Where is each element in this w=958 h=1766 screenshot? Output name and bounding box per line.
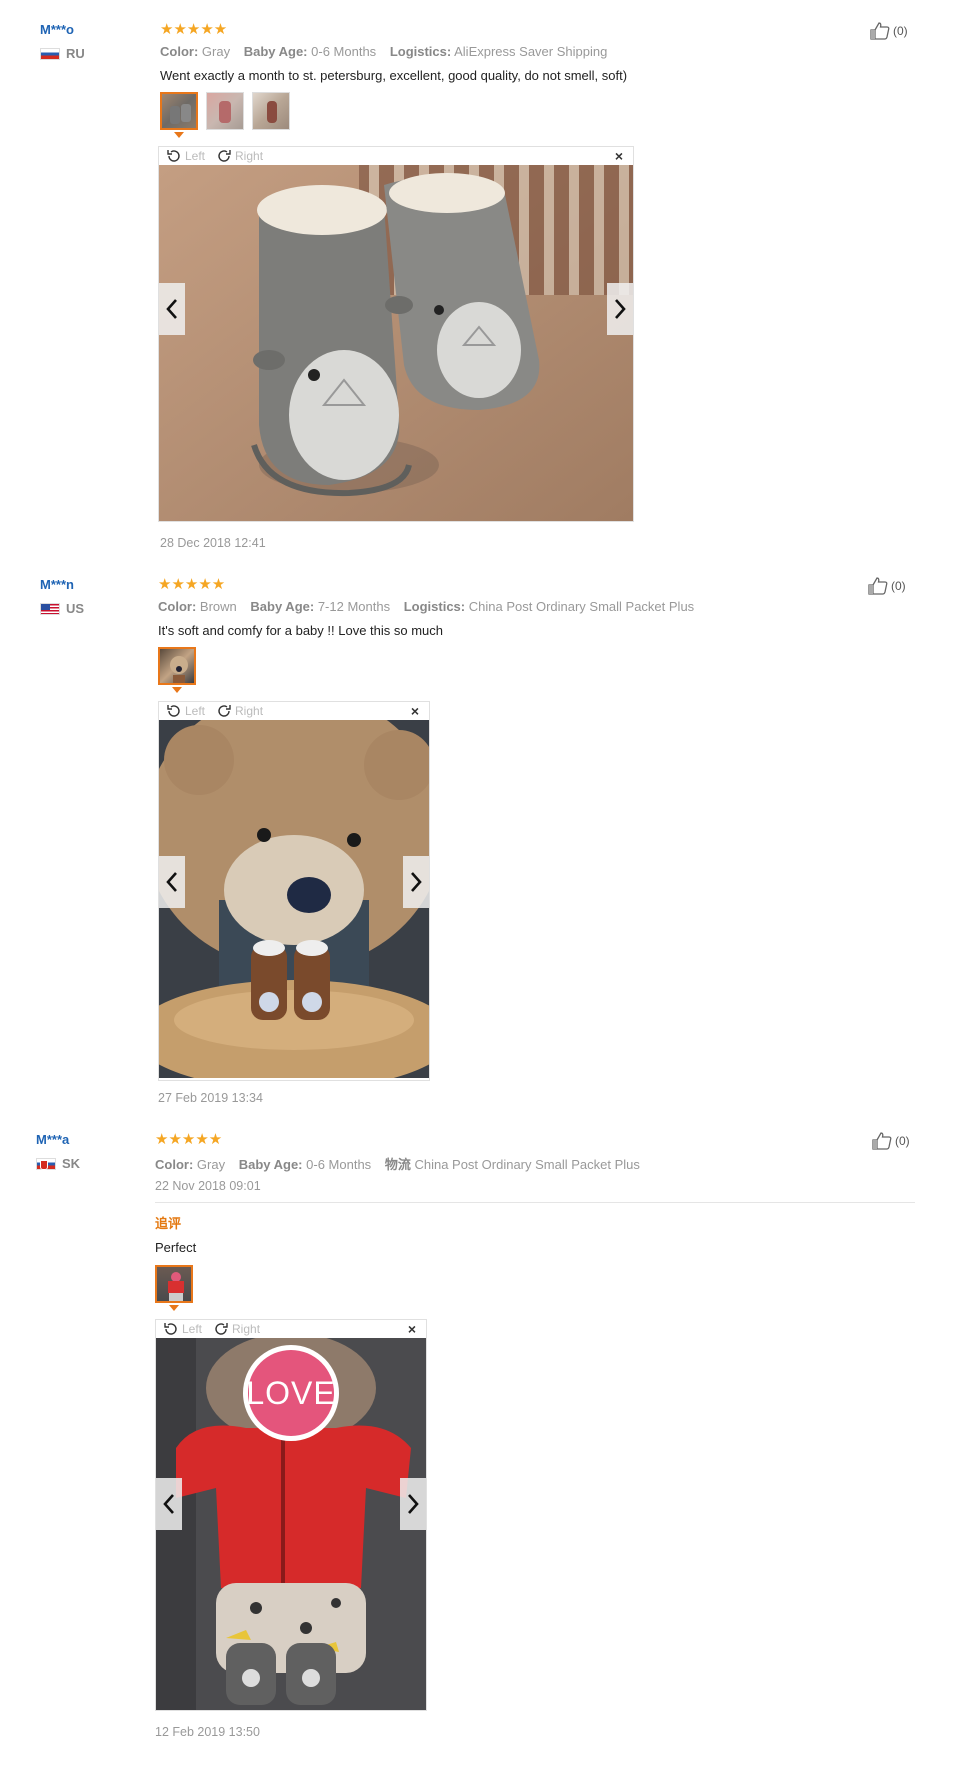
love-sticker-text: LOVE	[246, 1375, 335, 1411]
star-rating: ★★★★★	[160, 21, 228, 38]
thumbnail-pointer	[174, 132, 184, 138]
helpful-button[interactable]: (0)	[868, 577, 906, 595]
next-photo-button[interactable]	[607, 283, 633, 335]
attr-baby-age: Baby Age: 0-6 Months	[243, 44, 377, 59]
next-photo-button[interactable]	[400, 1478, 426, 1530]
followup-divider	[155, 1202, 915, 1203]
photo-thumbnail[interactable]	[160, 92, 198, 130]
photo-baby-red-jacket: LOVE	[156, 1338, 426, 1710]
country-code: US	[66, 601, 85, 616]
rotate-right-button[interactable]: Right	[217, 149, 263, 163]
reviewer-name[interactable]: M***a	[36, 1132, 69, 1147]
rotate-left-button[interactable]: Left	[164, 1322, 202, 1336]
viewer-toolbar: Left Right ×	[159, 147, 633, 165]
review-text: It's soft and comfy for a baby !! Love t…	[158, 623, 444, 638]
photo-viewer: Left Right × LOVE	[155, 1319, 427, 1711]
review-date: 28 Dec 2018 12:41	[160, 536, 266, 550]
rotate-left-button[interactable]: Left	[167, 149, 205, 163]
review-photo: LOVE	[156, 1338, 426, 1710]
followup-date: 12 Feb 2019 13:50	[155, 1725, 260, 1739]
reviewer-name[interactable]: M***n	[40, 577, 74, 592]
chevron-left-icon	[166, 299, 177, 319]
reviewer-country: SK	[36, 1156, 80, 1171]
review-photo	[159, 720, 429, 1078]
helpful-button[interactable]: (0)	[870, 22, 908, 40]
photo-viewer: Left Right ×	[158, 146, 634, 522]
attr-color: Color: Gray	[160, 44, 231, 59]
reviewer-country: RU	[40, 46, 85, 61]
review-3: M***a SK ★★★★★ Color: Gray Baby Age: 0-6…	[0, 1110, 958, 1766]
country-code: RU	[66, 46, 85, 61]
review-attributes: Color: Brown Baby Age: 7-12 Months Logis…	[158, 599, 704, 614]
attr-logistics: Logistics: China Post Ordinary Small Pac…	[403, 599, 695, 614]
close-viewer-button[interactable]: ×	[411, 703, 419, 719]
thumbnail-pointer	[169, 1305, 179, 1311]
chevron-left-icon	[166, 872, 177, 892]
close-viewer-button[interactable]: ×	[408, 1321, 416, 1337]
photo-boots-gray	[159, 165, 633, 521]
chevron-right-icon	[411, 872, 422, 892]
attr-color: Color: Brown	[158, 599, 237, 614]
review-attributes: Color: Gray Baby Age: 0-6 Months 物流 Chin…	[155, 1154, 650, 1173]
thumbs-up-icon	[868, 577, 888, 595]
review-date: 27 Feb 2019 13:34	[158, 1091, 263, 1105]
review-1: M***o RU ★★★★★ Color: Gray Baby Age: 0-6…	[0, 0, 958, 550]
star-rating: ★★★★★	[155, 1131, 223, 1148]
rotate-left-icon	[167, 150, 180, 162]
chevron-left-icon	[163, 1494, 174, 1514]
review-thumbnails	[160, 92, 290, 130]
attr-logistics: Logistics: AliExpress Saver Shipping	[389, 44, 608, 59]
viewer-toolbar: Left Right ×	[156, 1320, 426, 1338]
review-thumbnails	[158, 647, 196, 685]
prev-photo-button[interactable]	[156, 1478, 182, 1530]
flag-icon	[40, 47, 60, 60]
viewer-toolbar: Left Right ×	[159, 702, 429, 720]
helpful-button[interactable]: (0)	[872, 1132, 910, 1150]
reviewer-name[interactable]: M***o	[40, 22, 74, 37]
review-thumbnails	[155, 1265, 193, 1303]
chevron-right-icon	[615, 299, 626, 319]
review-attributes: Color: Gray Baby Age: 0-6 Months Logisti…	[160, 44, 617, 59]
flag-icon	[36, 1157, 56, 1170]
rotate-right-icon	[218, 705, 231, 717]
rotate-right-button[interactable]: Right	[214, 1322, 260, 1336]
chevron-right-icon	[408, 1494, 419, 1514]
photo-thumbnail[interactable]	[155, 1265, 193, 1303]
rotate-left-button[interactable]: Left	[167, 704, 205, 718]
followup-label: 追评	[155, 1216, 182, 1231]
rotate-left-icon	[167, 705, 180, 717]
review-date: 22 Nov 2018 09:01	[155, 1179, 261, 1193]
prev-photo-button[interactable]	[159, 856, 185, 908]
photo-thumbnail[interactable]	[252, 92, 290, 130]
photo-teddy-bear	[159, 720, 429, 1078]
attr-baby-age: Baby Age: 7-12 Months	[250, 599, 391, 614]
thumbnail-pointer	[172, 687, 182, 693]
attr-baby-age: Baby Age: 0-6 Months	[238, 1157, 372, 1172]
star-rating: ★★★★★	[158, 576, 226, 593]
photo-thumbnail[interactable]	[158, 647, 196, 685]
photo-viewer: Left Right ×	[158, 701, 430, 1081]
photo-thumbnail[interactable]	[206, 92, 244, 130]
country-code: SK	[62, 1156, 81, 1171]
rotate-left-icon	[164, 1323, 177, 1335]
rotate-right-icon	[215, 1323, 228, 1335]
prev-photo-button[interactable]	[159, 283, 185, 335]
rotate-right-icon	[218, 150, 231, 162]
rotate-right-button[interactable]: Right	[217, 704, 263, 718]
thumbs-up-icon	[870, 22, 890, 40]
thumbs-up-icon	[872, 1132, 892, 1150]
flag-icon	[40, 602, 60, 615]
review-2: M***n US ★★★★★ Color: Brown Baby Age: 7-…	[0, 555, 958, 1115]
review-text: Went exactly a month to st. petersburg, …	[160, 68, 628, 83]
review-photo	[159, 165, 633, 521]
followup-text: Perfect	[155, 1240, 197, 1255]
reviewer-country: US	[40, 601, 84, 616]
next-photo-button[interactable]	[403, 856, 429, 908]
attr-color: Color: Gray	[155, 1157, 226, 1172]
close-viewer-button[interactable]: ×	[615, 148, 623, 164]
attr-logistics: 物流 China Post Ordinary Small Packet Plus	[384, 1157, 640, 1172]
